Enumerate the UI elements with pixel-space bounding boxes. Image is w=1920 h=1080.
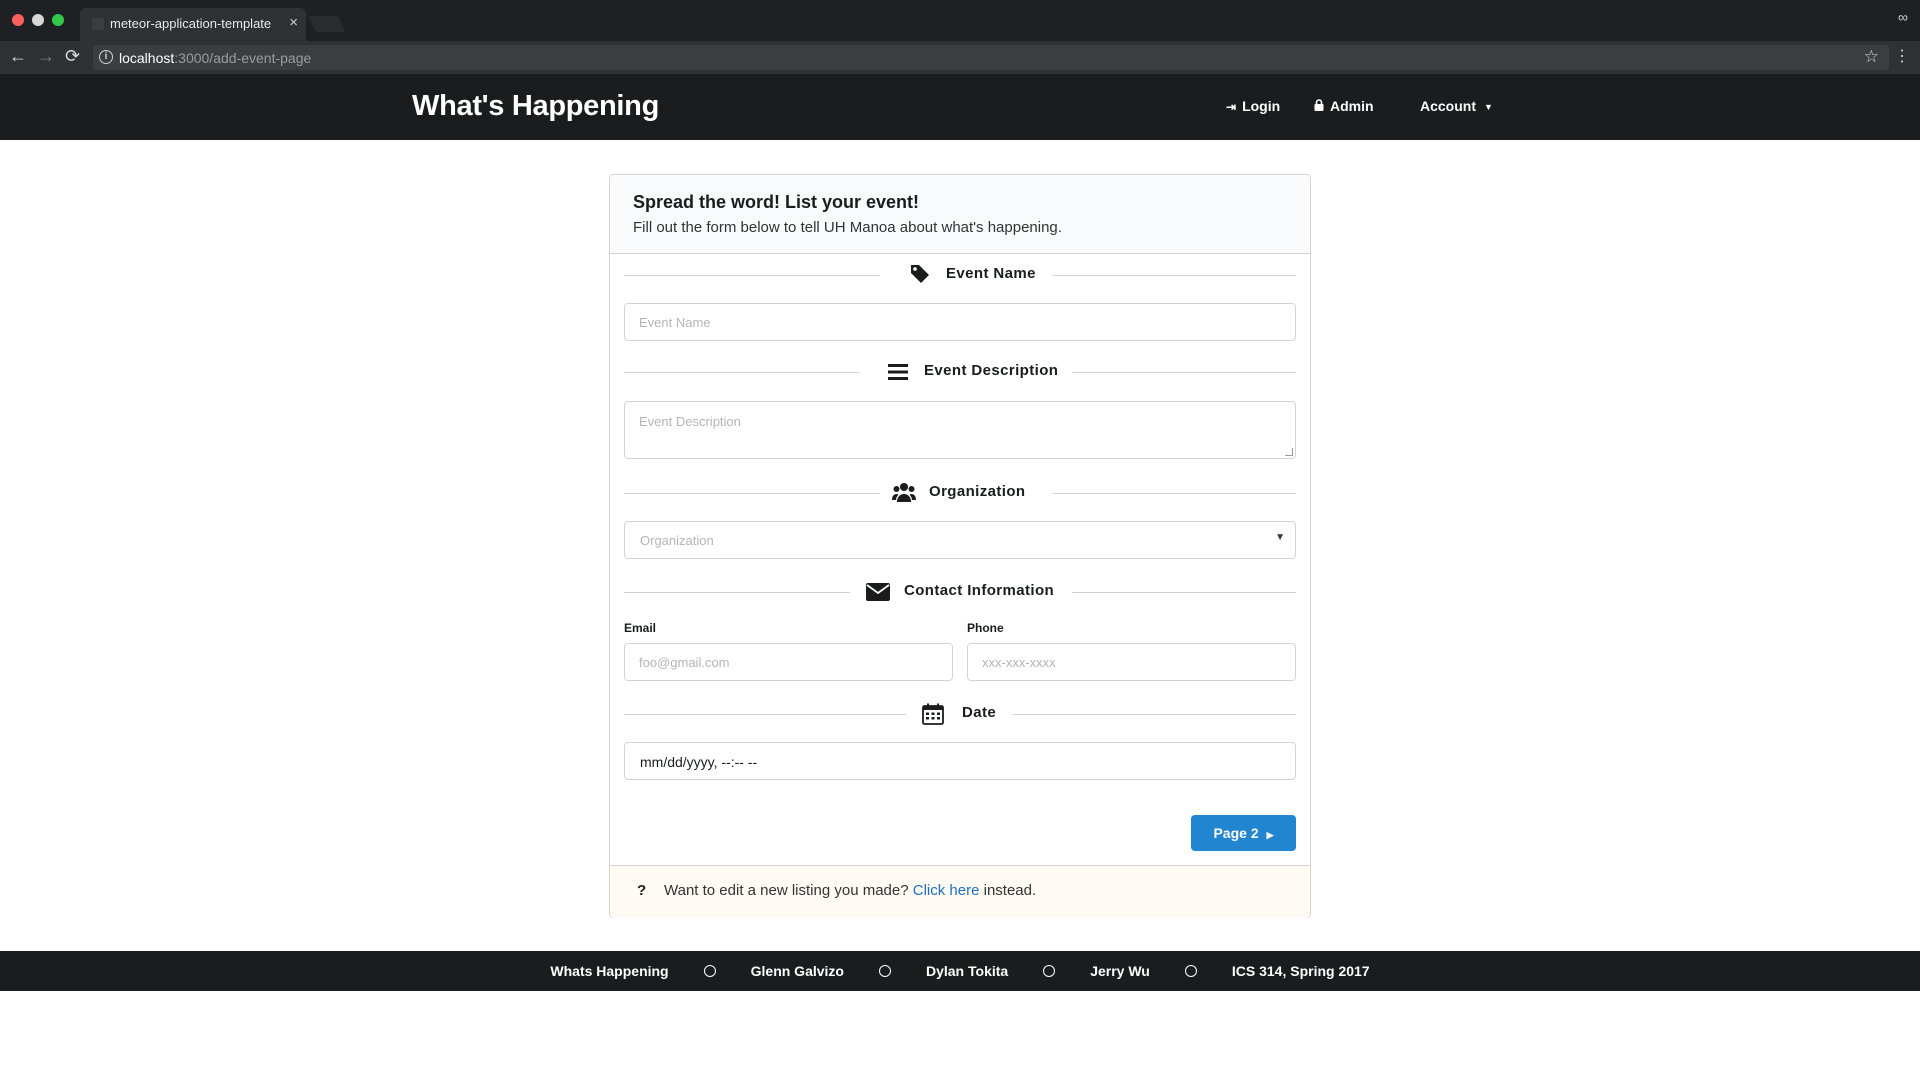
browser-tab[interactable]: meteor-application-template × [80,8,306,41]
forward-arrow-icon[interactable]: → [37,46,55,67]
url-text[interactable]: localhost:3000/add-event-page [119,50,311,66]
divider-line [1072,372,1296,373]
form-footer-message: ? Want to edit a new listing you made? C… [610,865,1310,918]
tag-icon [910,263,930,291]
divider-line [1012,714,1296,715]
event-description-input[interactable] [624,401,1296,459]
envelope-icon [866,583,890,607]
footer-item: Dylan Tokita [925,963,1009,979]
circle-separator-icon [878,965,891,977]
window-maximize-button[interactable] [52,14,64,26]
resize-handle-icon[interactable] [1285,448,1293,456]
divider-event-name: Event Name [624,263,1296,287]
divider-contact-information: Contact Information [624,580,1296,604]
date-value: mm/dd/yyyy, --:-- -- [640,754,758,770]
back-arrow-icon[interactable]: ← [9,46,27,67]
event-name-input[interactable] [624,303,1296,341]
browser-tab-bar: meteor-application-template × ∞ [0,0,1920,41]
url-path: :3000/add-event-page [174,50,312,66]
address-bar[interactable]: i localhost:3000/add-event-page ☆ [93,45,1889,70]
add-event-form: Spread the word! List your event! Fill o… [609,174,1311,918]
window-close-button[interactable] [12,14,24,26]
footer-items: Whats Happening Glenn Galvizo Dylan Tokita… [0,963,1920,979]
login-label: Login [1242,98,1281,114]
page-2-label: Page 2 [1213,825,1259,841]
divider-line [624,714,906,715]
new-tab-button[interactable] [308,16,346,32]
organization-select[interactable]: Organization ▼ [624,521,1296,559]
page-footer: Whats Happening Glenn Galvizo Dylan Tokita… [0,951,1920,991]
admin-link[interactable]: Admin [1314,98,1374,114]
divider-label: Event Description [924,362,1059,379]
admin-label: Admin [1330,98,1374,114]
browser-toolbar: ← → ⟳ i localhost:3000/add-event-page ☆ … [0,41,1920,74]
divider-line [624,493,880,494]
brand-title[interactable]: What's Happening [412,90,659,123]
divider-label: Contact Information [904,582,1055,599]
login-link[interactable]: ⇥ Login [1226,98,1280,114]
page-2-button[interactable]: Page 2 ▶ [1191,815,1296,851]
divider-line [624,275,880,276]
footer-item: Whats Happening [550,963,669,979]
account-label: Account [1420,98,1476,114]
divider-line [1052,275,1296,276]
bookmark-star-icon[interactable]: ☆ [1864,47,1879,67]
circle-separator-icon [1043,965,1056,977]
incognito-icon: ∞ [1898,9,1908,25]
organization-placeholder: Organization [640,533,714,548]
phone-input[interactable] [967,643,1296,681]
lock-icon [1314,99,1324,114]
url-host: localhost [119,50,175,66]
divider-label: Date [962,704,997,721]
email-label: Email [624,621,657,635]
footer-item: Glenn Galvizo [750,963,844,979]
footer-message: Want to edit a new listing you made? Cli… [664,882,1036,899]
circle-separator-icon [1184,965,1197,977]
caret-right-icon: ▶ [1266,830,1274,840]
footer-text-after: instead. [983,882,1037,899]
sign-in-icon: ⇥ [1226,100,1237,114]
form-title: Spread the word! List your event! [633,192,920,212]
account-dropdown[interactable]: Account ▼ [1420,98,1493,114]
phone-label: Phone [967,621,1004,635]
divider-line [1072,592,1296,593]
align-justify-icon [888,363,908,387]
divider-line [624,372,860,373]
divider-label: Organization [929,483,1026,500]
footer-item: ICS 314, Spring 2017 [1231,963,1370,979]
divider-line [1052,493,1296,494]
email-input[interactable] [624,643,953,681]
event-description-field[interactable] [625,402,1295,458]
event-name-field[interactable] [625,304,1295,340]
date-input[interactable]: mm/dd/yyyy, --:-- -- [624,742,1296,780]
divider-organization: Organization [624,481,1296,505]
app-navbar: What's Happening ⇥ Login Admin Account ▼ [0,74,1920,140]
circle-separator-icon [703,965,716,977]
info-icon[interactable]: i [99,50,113,64]
form-subtitle: Fill out the form below to tell UH Manoa… [633,219,1062,236]
click-here-link[interactable]: Click here [913,882,980,899]
caret-down-icon: ▼ [1484,102,1493,113]
email-field[interactable] [625,644,952,680]
divider-event-description: Event Description [624,360,1296,384]
caret-down-icon: ▼ [1275,532,1285,543]
favicon-icon [92,18,104,30]
calendar-icon [922,703,944,731]
browser-menu-icon[interactable]: ⋮ [1894,46,1910,66]
footer-item: Jerry Wu [1090,963,1150,979]
divider-line [624,592,850,593]
footer-text-before: Want to edit a new listing you made? [664,882,909,899]
window-minimize-button[interactable] [32,14,44,26]
tab-title: meteor-application-template [110,16,272,31]
divider-label: Event Name [946,265,1036,282]
form-header: Spread the word! List your event! Fill o… [610,175,1310,254]
divider-date: Date [624,702,1296,726]
users-icon [892,481,916,509]
question-icon: ? [637,882,647,899]
reload-icon[interactable]: ⟳ [65,46,80,67]
phone-field[interactable] [968,644,1295,680]
tab-close-icon[interactable]: × [289,14,298,31]
